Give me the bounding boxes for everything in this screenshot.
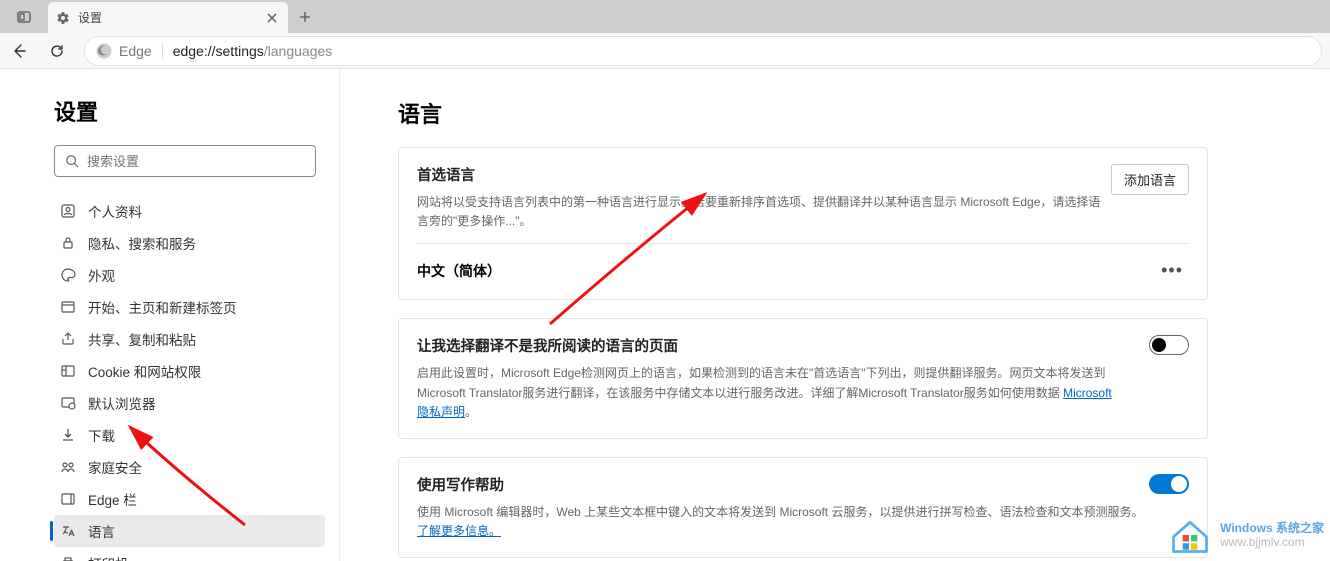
sidebar-item-start[interactable]: 开始、主页和新建标签页 <box>54 291 325 323</box>
translate-card: 让我选择翻译不是我所阅读的语言的页面 启用此设置时，Microsoft Edge… <box>398 318 1208 439</box>
watermark-logo-icon <box>1168 513 1212 557</box>
page-title: 语言 <box>398 97 1330 129</box>
sidebar-item-label: 外观 <box>88 265 115 285</box>
sidebar-item-cookies[interactable]: Cookie 和网站权限 <box>54 355 325 387</box>
cookie-icon <box>58 361 78 381</box>
sidebar-item-label: 家庭安全 <box>88 457 142 477</box>
translate-title: 让我选择翻译不是我所阅读的语言的页面 <box>417 335 1149 356</box>
writing-assistance-card: 使用写作帮助 使用 Microsoft 编辑器时，Web 上某些文本框中键入的文… <box>398 457 1208 558</box>
browser-tab-settings[interactable]: 设置 <box>48 2 288 33</box>
browser-icon <box>58 393 78 413</box>
sidebar-item-label: 隐私、搜索和服务 <box>88 233 196 253</box>
watermark-line2: www.bjjmlv.com <box>1220 535 1324 549</box>
sidebar-item-edge-bar[interactable]: Edge 栏 <box>54 483 325 515</box>
preferred-languages-title: 首选语言 <box>417 164 1111 185</box>
profile-icon <box>58 201 78 221</box>
add-language-button[interactable]: 添加语言 <box>1111 164 1189 195</box>
sidebar-item-label: 共享、复制和粘贴 <box>88 329 196 349</box>
sidebar-title: 设置 <box>54 95 325 127</box>
family-icon <box>58 457 78 477</box>
sidebar-item-share[interactable]: 共享、复制和粘贴 <box>54 323 325 355</box>
address-separator <box>162 43 163 59</box>
edge-logo-icon <box>95 42 113 60</box>
toolbar: Edge edge://settings/languages <box>0 33 1330 69</box>
sidebar-icon <box>58 489 78 509</box>
sidebar-item-label: 开始、主页和新建标签页 <box>88 297 237 317</box>
url-origin: edge://settings <box>173 43 264 59</box>
translate-desc: 启用此设置时，Microsoft Edge检测网页上的语言，如果检测到的语言未在… <box>417 364 1117 422</box>
settings-content: 语言 首选语言 网站将以受支持语言列表中的第一种语言进行显示。若要重新排序首选项… <box>340 69 1330 561</box>
back-arrow-icon <box>11 43 27 59</box>
tab-actions-icon <box>16 9 32 25</box>
edge-label: Edge <box>119 43 152 59</box>
close-icon <box>267 13 277 23</box>
refresh-icon <box>49 43 65 59</box>
writing-desc-text: 使用 Microsoft 编辑器时，Web 上某些文本框中键入的文本将发送到 M… <box>417 505 1143 519</box>
back-button[interactable] <box>0 33 38 69</box>
new-tab-button[interactable] <box>288 0 322 33</box>
sidebar-item-family[interactable]: 家庭安全 <box>54 451 325 483</box>
address-bar[interactable]: Edge edge://settings/languages <box>84 36 1322 66</box>
lock-icon <box>58 233 78 253</box>
language-name: 中文（简体） <box>417 261 501 281</box>
sidebar-item-label: 下载 <box>88 425 115 445</box>
share-icon <box>58 329 78 349</box>
tab-actions-button[interactable] <box>0 0 48 33</box>
sidebar-item-label: Edge 栏 <box>88 489 137 509</box>
preferred-languages-desc: 网站将以受支持语言列表中的第一种语言进行显示。若要重新排序首选项、提供翻译并以某… <box>417 193 1111 231</box>
settings-sidebar: 设置 个人资料 隐私、搜索和服务 外观 开始、主页和新建标签页 共享、复制和粘贴… <box>0 69 340 561</box>
refresh-button[interactable] <box>38 33 76 69</box>
preferred-languages-card: 首选语言 网站将以受支持语言列表中的第一种语言进行显示。若要重新排序首选项、提供… <box>398 147 1208 300</box>
tab-title: 设置 <box>78 9 264 26</box>
writing-desc: 使用 Microsoft 编辑器时，Web 上某些文本框中键入的文本将发送到 M… <box>417 503 1149 541</box>
search-input[interactable] <box>87 154 305 169</box>
appearance-icon <box>58 265 78 285</box>
sidebar-item-privacy[interactable]: 隐私、搜索和服务 <box>54 227 325 259</box>
settings-body: 设置 个人资料 隐私、搜索和服务 外观 开始、主页和新建标签页 共享、复制和粘贴… <box>0 69 1330 561</box>
plus-icon <box>298 10 312 24</box>
tab-icon <box>58 297 78 317</box>
sidebar-item-label: 语言 <box>88 521 115 541</box>
sidebar-item-label: 默认浏览器 <box>88 393 156 413</box>
sidebar-item-label: 个人资料 <box>88 201 142 221</box>
sidebar-item-languages[interactable]: 语言 <box>54 515 325 547</box>
language-row: 中文（简体） ••• <box>417 243 1189 283</box>
sidebar-item-downloads[interactable]: 下载 <box>54 419 325 451</box>
url-path: /languages <box>264 43 333 59</box>
writing-title: 使用写作帮助 <box>417 474 1149 495</box>
sidebar-item-label: 打印机 <box>88 553 129 561</box>
settings-nav: 个人资料 隐私、搜索和服务 外观 开始、主页和新建标签页 共享、复制和粘贴 Co… <box>54 195 325 561</box>
download-icon <box>58 425 78 445</box>
settings-search[interactable] <box>54 145 316 177</box>
translate-desc-text: 启用此设置时，Microsoft Edge检测网页上的语言，如果检测到的语言未在… <box>417 366 1106 399</box>
tab-close-button[interactable] <box>264 10 280 26</box>
sidebar-item-appearance[interactable]: 外观 <box>54 259 325 291</box>
writing-toggle[interactable] <box>1149 474 1189 494</box>
language-more-button[interactable]: ••• <box>1155 258 1189 283</box>
watermark: Windows 系统之家 www.bjjmlv.com <box>1168 513 1324 557</box>
translate-desc-end: 。 <box>465 405 477 419</box>
search-icon <box>65 154 79 168</box>
sidebar-item-label: Cookie 和网站权限 <box>88 361 201 381</box>
gear-icon <box>56 11 70 25</box>
tab-strip: 设置 <box>0 0 1330 33</box>
watermark-line1: Windows 系统之家 <box>1220 521 1324 535</box>
translate-toggle[interactable] <box>1149 335 1189 355</box>
language-icon <box>58 521 78 541</box>
learn-more-link[interactable]: 了解更多信息。 <box>417 524 501 538</box>
sidebar-item-profile[interactable]: 个人资料 <box>54 195 325 227</box>
printer-icon <box>58 553 78 561</box>
sidebar-item-default-browser[interactable]: 默认浏览器 <box>54 387 325 419</box>
sidebar-item-printers[interactable]: 打印机 <box>54 547 325 561</box>
